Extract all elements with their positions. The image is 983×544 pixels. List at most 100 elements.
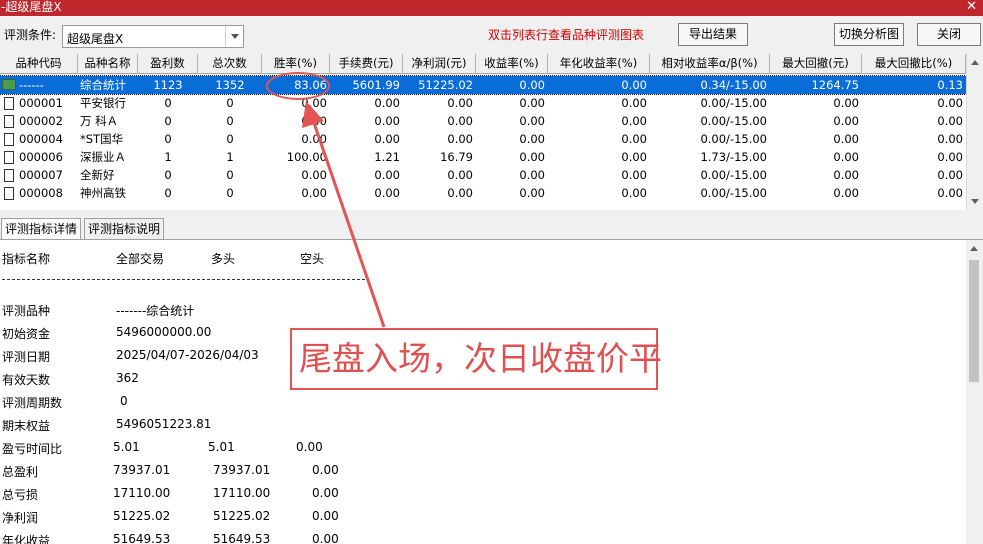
column-header[interactable]: 收益率(%) [476,54,548,74]
table-row[interactable]: 000008 神州高铁 0 0 0.00 0.00 0.00 0.00 0.00 0.00/-15… [0,184,966,202]
results-table: 品种代码 品种名称 盈利数 总次数 胜率(%) 手续费(元) 净利润(元) 收益率(%) 年化收… [0,54,983,210]
scroll-up-icon[interactable] [971,60,979,65]
column-header[interactable]: 手续费(元) [330,54,403,74]
table-cell: 0.00 [833,96,859,110]
detail-header-name: 指标名称 [2,252,51,266]
column-header[interactable]: 总次数 [198,54,262,74]
chevron-down-icon[interactable] [225,26,243,47]
detail-label: 年化收益 [2,534,51,544]
table-cell: 0.00 [621,186,647,200]
detail-value-all: 5.01 [113,440,140,454]
table-cell: 1 [226,150,234,164]
table-row[interactable]: 000006 深振业Ａ 1 1 100.00 1.21 16.79 0.00 0.00 1.73/… [0,148,966,166]
detail-value-all: 2025/04/07-2026/04/03 [116,348,259,362]
table-cell: 5601.99 [352,78,400,92]
table-cell: 0.00 [301,168,327,182]
detail-label: 净利润 [2,511,39,525]
table-cell: 0.00/-15.00 [700,114,767,128]
detail-value-all: -------综合统计 [116,304,195,318]
document-icon [4,97,14,110]
table-row[interactable]: 000001 平安银行 0 0 0.00 0.00 0.00 0.00 0.00 0.00/-15… [0,94,966,112]
table-cell: 0.00 [621,114,647,128]
table-cell: 0 [164,96,172,110]
table-cell: 0.00 [374,132,400,146]
detail-header-long: 多头 [211,252,236,266]
table-cell: 0.00 [833,150,859,164]
table-cell: 0 [226,168,234,182]
table-cell: 0.00 [621,96,647,110]
window-close-icon[interactable]: ✕ [966,0,977,15]
table-cell: 0.00 [374,114,400,128]
table-cell: 51225.02 [418,78,473,92]
detail-value-short: 0.00 [312,532,339,544]
detail-label: 总亏损 [2,488,39,502]
column-header[interactable]: 品种名称 [78,54,138,74]
switch-chart-button[interactable]: 切换分析图 [834,23,904,46]
table-cell: 0.00 [301,132,327,146]
table-cell: 0.00 [519,132,545,146]
table-cell: 0.00 [833,114,859,128]
scroll-thumb[interactable] [969,260,979,382]
document-icon [4,169,14,182]
detail-header-short: 空头 [300,252,325,266]
close-button[interactable]: 关闭 [917,23,981,46]
detail-value-all: 0 [120,394,128,408]
table-cell: 0 [164,186,172,200]
table-cell: 0.00 [621,78,647,92]
column-header[interactable]: 最大回撤比(%) [862,54,966,74]
column-header[interactable]: 最大回撤(元) [770,54,862,74]
table-cell: 全新好 [80,168,115,182]
detail-value-long: 51649.53 [213,532,271,544]
column-header[interactable]: 盈利数 [138,54,198,74]
window-title: -超级尾盘X [1,0,62,14]
table-scrollbar[interactable] [966,54,983,210]
table-cell: 0.00/-15.00 [700,168,767,182]
scroll-up-icon[interactable] [970,246,978,251]
table-cell: 0.00 [519,114,545,128]
table-cell: 0.34/-15.00 [700,78,767,92]
column-header[interactable]: 胜率(%) [262,54,330,74]
detail-value-short: 0.00 [312,486,339,500]
export-button[interactable]: 导出结果 [678,23,748,46]
table-cell: 1352 [215,78,245,92]
condition-value: 超级尾盘X [67,32,124,46]
divider [2,279,365,280]
detail-label: 期末权益 [2,419,51,433]
table-cell: 0 [164,114,172,128]
column-header[interactable]: 相对收益率α/β(%) [650,54,770,74]
table-cell: 0.00 [519,78,545,92]
table-cell: 0.00 [621,168,647,182]
tab-detail[interactable]: 评测指标详情 [1,218,82,240]
detail-scrollbar[interactable] [966,240,983,544]
table-cell: 0 [226,114,234,128]
column-header[interactable]: 品种代码 [0,54,78,74]
table-cell: 000002 [19,114,63,128]
table-cell: *ST国华 [80,132,124,146]
detail-tabs: 评测指标详情 评测指标说明 [0,216,983,240]
table-row[interactable]: 000007 全新好 0 0 0.00 0.00 0.00 0.00 0.00 0.00/-15.… [0,166,966,184]
detail-value-all: 73937.01 [113,463,171,477]
detail-value-all: 51649.53 [113,532,171,544]
detail-panel: 指标名称 全部交易 多头 空头 评测品种 -------综合统计 初始资金 54960… [0,239,983,544]
detail-value-short: 0.00 [312,509,339,523]
table-cell: 综合统计 [80,78,126,92]
detail-label: 初始资金 [2,327,51,341]
scroll-down-icon[interactable] [971,199,979,204]
condition-select[interactable]: 超级尾盘X [62,25,244,48]
column-header[interactable]: 净利润(元) [403,54,476,74]
column-header[interactable]: 年化收益率(%) [548,54,650,74]
tab-explain[interactable]: 评测指标说明 [84,218,165,240]
table-cell: 0.00 [621,132,647,146]
detail-value-long: 5.01 [208,440,235,454]
table-cell: 0.00 [519,168,545,182]
table-row[interactable]: 000002 万 科Ａ 0 0 0.00 0.00 0.00 0.00 0.00 0.00/-15… [0,112,966,130]
table-row-summary[interactable]: ------ 综合统计 1123 1352 83.06 5601.99 51225.02 0.… [0,75,967,95]
table-cell: 0.00 [937,168,963,182]
table-cell: 0.00 [447,114,473,128]
detail-value-all: 51225.02 [113,509,171,523]
table-cell: 0.00/-15.00 [700,186,767,200]
highlight-ring [266,72,330,100]
annotation-text: 尾盘入场，次日收盘价平 [299,339,662,378]
table-row[interactable]: 000004 *ST国华 0 0 0.00 0.00 0.00 0.00 0.00 0.00/-1… [0,130,966,148]
table-cell: 1.21 [374,150,400,164]
